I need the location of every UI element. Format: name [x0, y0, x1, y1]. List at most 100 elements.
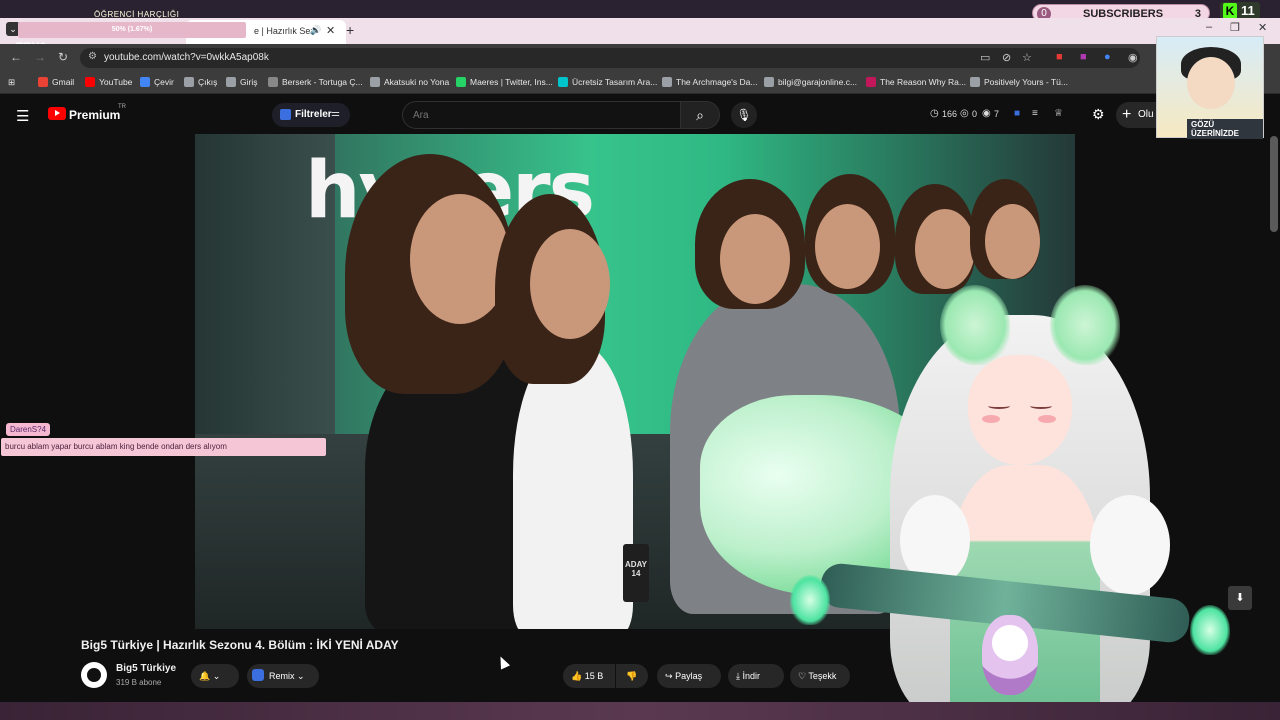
scrollbar-thumb[interactable]: [1270, 136, 1278, 232]
kick-logo-icon: K: [1223, 3, 1237, 19]
page-icon: [866, 77, 876, 87]
microphone-icon[interactable]: 🎙: [731, 102, 757, 128]
channel-avatar[interactable]: [81, 662, 107, 688]
dislike-button[interactable]: 👎: [616, 664, 648, 688]
chevron-down-icon: ⌄: [297, 671, 305, 681]
bookmark-star-icon[interactable]: ☆: [1022, 51, 1032, 64]
bookmark-item[interactable]: Ücretsiz Tasarım Ara...: [558, 77, 657, 87]
extension-lightbulb-icon[interactable]: ◉: [1128, 51, 1138, 64]
menu-icon[interactable]: ☰: [16, 107, 29, 125]
youtube-premium-logo[interactable]: Premium: [69, 108, 120, 122]
head: [915, 209, 975, 289]
heart-dollar-icon: ♡: [798, 671, 807, 681]
chat-username: DarenS?4: [6, 423, 51, 436]
close-icon[interactable]: ✕: [326, 24, 335, 37]
channel-name[interactable]: Big5 Türkiye: [116, 663, 176, 674]
settings-gear-icon[interactable]: ⚙: [1092, 106, 1105, 123]
bookmark-item[interactable]: The Reason Why Ra...: [866, 77, 966, 87]
search-icon[interactable]: ⌕: [680, 101, 720, 129]
subscribe-bell-button[interactable]: 🔔 ⌄: [191, 664, 239, 688]
avatar-blush: [982, 415, 1000, 423]
avatar-fur: [1090, 495, 1170, 595]
extension-purple-icon[interactable]: ■: [1080, 51, 1087, 63]
thanks-button[interactable]: ♡ Teşekk: [790, 664, 850, 688]
filter-extension-icon: [280, 109, 291, 120]
like-button[interactable]: 👍 15 B: [563, 664, 615, 688]
clock-icon: ◷: [930, 108, 939, 119]
circle-icon: ◎: [960, 108, 969, 119]
facecam-overlay: GÖZÜ ÜZERİNİZDE: [1156, 36, 1264, 139]
bookmark-item[interactable]: Akatsuki no Yona: [370, 77, 449, 87]
donation-progress-bar: 50% (1.67%): [18, 22, 246, 38]
bookmarks-bar: ⊞ Gmail YouTube Çevir Çıkış Giriş Berser…: [0, 72, 1280, 94]
head: [815, 204, 880, 289]
chibi-figure: [982, 615, 1038, 695]
bookmark-item[interactable]: Maeres | Twitter, Ins...: [456, 77, 553, 87]
channel-subscribers: 319 B abone: [116, 678, 162, 687]
apps-grid-icon[interactable]: ⊞: [8, 77, 15, 88]
address-bar: ← → ↻ ⚙ youtube.com/watch?v=0wkkA5ap08k …: [0, 44, 1280, 72]
filters-button[interactable]: Filtreler ⚌: [272, 103, 350, 127]
avatar-eye: [988, 403, 1010, 409]
remix-button[interactable]: Remix ⌄: [247, 664, 319, 688]
head: [985, 204, 1040, 279]
download-button[interactable]: ⤓ İndir: [728, 664, 784, 688]
bell-icon: 🔔: [199, 671, 211, 681]
trophy-icon[interactable]: ♕: [1054, 108, 1063, 119]
page-icon: [970, 77, 980, 87]
progress-label: 50% (1.67%): [111, 26, 153, 33]
back-icon[interactable]: ←: [10, 50, 22, 64]
page-icon: [456, 77, 466, 87]
reload-icon[interactable]: ↻: [58, 50, 68, 64]
avatar-blush: [1038, 415, 1056, 423]
stat-watched: 166: [942, 109, 958, 119]
save-icon[interactable]: ⬇: [1228, 586, 1252, 610]
extension-red-icon[interactable]: ■: [1056, 51, 1063, 63]
forward-icon[interactable]: →: [34, 50, 46, 64]
remix-label: Remix: [269, 671, 295, 681]
cam-label: GÖZÜ ÜZERİNİZDE: [1187, 119, 1263, 139]
bookmark-item[interactable]: YouTube: [85, 77, 132, 87]
omnibox[interactable]: ⚙ youtube.com/watch?v=0wkkA5ap08k ▭ ⊘ ☆ …: [80, 48, 1140, 68]
plus-icon: +: [1122, 106, 1132, 123]
bookmark-item[interactable]: Çıkış: [184, 77, 217, 87]
youtube-logo-icon[interactable]: [48, 107, 66, 120]
bookmark-item[interactable]: bilgi@garajonline.c...: [764, 77, 857, 87]
bookmark-item[interactable]: Positively Yours - Tü...: [970, 77, 1068, 87]
create-label: Olu: [1138, 109, 1154, 120]
share-icon: ↪: [665, 671, 673, 681]
list-icon[interactable]: ≡: [1032, 108, 1038, 119]
youtube-header: ☰ Premium TR Filtreler ⚌ ⌕ 🎙 ◷ 166 ◎ 0 ◉…: [0, 95, 1280, 135]
download-label: İndir: [742, 671, 761, 681]
maximize-icon[interactable]: ❐: [1230, 21, 1240, 34]
spirit-flame: [1190, 605, 1230, 655]
bookmark-item[interactable]: Giriş: [226, 77, 257, 87]
chat-message: burcu ablam yapar burcu ablam king bende…: [1, 438, 326, 456]
share-button[interactable]: ↪ Paylaş: [657, 664, 721, 688]
bookmark-item[interactable]: Çevir: [140, 77, 174, 87]
url-text[interactable]: youtube.com/watch?v=0wkkA5ap08k: [104, 52, 269, 63]
search-input[interactable]: [402, 101, 680, 129]
region-code: TR: [118, 104, 126, 110]
eye-off-icon[interactable]: ⊘: [1002, 51, 1011, 64]
extension-icon[interactable]: ■: [1014, 108, 1020, 119]
cast-icon[interactable]: ▭: [980, 51, 990, 64]
tab-title: e | Hazırlık Sezo: [254, 26, 312, 36]
gmail-icon: [38, 77, 48, 87]
minimize-icon[interactable]: –: [1206, 21, 1212, 33]
eye-icon: ◉: [982, 108, 991, 119]
site-info-icon[interactable]: ⚙: [88, 51, 97, 62]
new-tab-button[interactable]: +: [346, 22, 354, 38]
bookmark-item[interactable]: Gmail: [38, 77, 74, 87]
bookmark-item[interactable]: The Archmage's Da...: [662, 77, 757, 87]
download-icon: ⤓: [736, 671, 740, 681]
vtuber-avatar: [690, 285, 1280, 720]
speaker-icon[interactable]: 🔊: [310, 25, 321, 36]
mouse-cursor-icon: [495, 654, 511, 670]
window-close-icon[interactable]: ✕: [1258, 21, 1267, 34]
bookmark-item[interactable]: Berserk - Tortuga Ç...: [268, 77, 363, 87]
extension-blue-icon[interactable]: ●: [1104, 51, 1111, 63]
chevron-down-icon: ⌄: [212, 671, 221, 681]
screen: ÖĞRENCİ HARÇLIĞI 0 SUBSCRIBERS 3 K 11 ⌄ …: [0, 0, 1280, 720]
tune-icon: ⚌: [331, 108, 340, 119]
